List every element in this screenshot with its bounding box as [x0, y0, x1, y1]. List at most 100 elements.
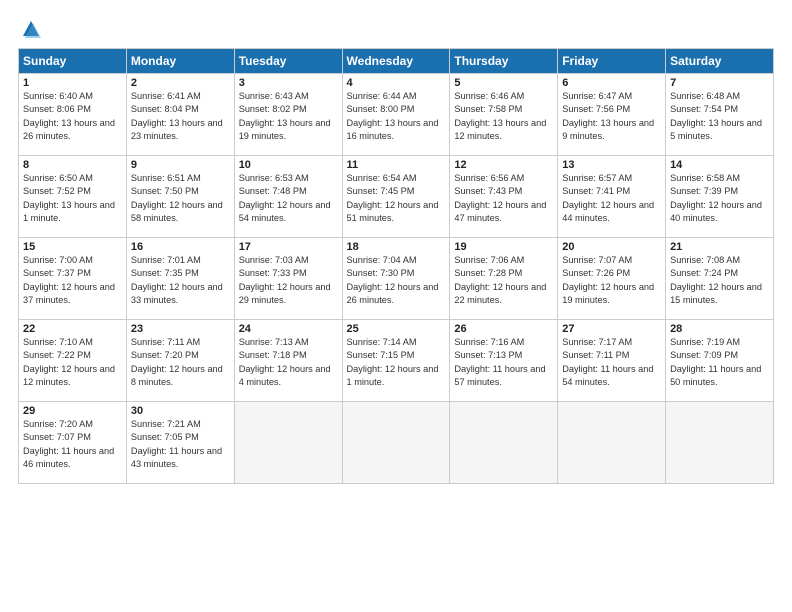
day-number: 22	[23, 323, 122, 335]
weekday-header: Saturday	[666, 49, 774, 74]
day-number: 11	[347, 159, 446, 171]
day-number: 14	[670, 159, 769, 171]
day-number: 15	[23, 241, 122, 253]
calendar-day-cell: 28 Sunrise: 7:19 AMSunset: 7:09 PMDaylig…	[666, 320, 774, 402]
calendar-day-cell: 30 Sunrise: 7:21 AMSunset: 7:05 PMDaylig…	[126, 402, 234, 484]
day-info: Sunrise: 6:48 AMSunset: 7:54 PMDaylight:…	[670, 90, 769, 143]
calendar-day-cell: 23 Sunrise: 7:11 AMSunset: 7:20 PMDaylig…	[126, 320, 234, 402]
day-number: 13	[562, 159, 661, 171]
day-info: Sunrise: 7:14 AMSunset: 7:15 PMDaylight:…	[347, 336, 446, 389]
calendar-day-cell: 25 Sunrise: 7:14 AMSunset: 7:15 PMDaylig…	[342, 320, 450, 402]
calendar-day-cell: 7 Sunrise: 6:48 AMSunset: 7:54 PMDayligh…	[666, 74, 774, 156]
day-number: 21	[670, 241, 769, 253]
weekday-header: Tuesday	[234, 49, 342, 74]
calendar-day-cell: 17 Sunrise: 7:03 AMSunset: 7:33 PMDaylig…	[234, 238, 342, 320]
calendar-day-cell: 20 Sunrise: 7:07 AMSunset: 7:26 PMDaylig…	[558, 238, 666, 320]
day-info: Sunrise: 7:13 AMSunset: 7:18 PMDaylight:…	[239, 336, 338, 389]
calendar-day-cell: 15 Sunrise: 7:00 AMSunset: 7:37 PMDaylig…	[19, 238, 127, 320]
calendar-day-cell: 12 Sunrise: 6:56 AMSunset: 7:43 PMDaylig…	[450, 156, 558, 238]
day-info: Sunrise: 7:20 AMSunset: 7:07 PMDaylight:…	[23, 418, 122, 471]
day-info: Sunrise: 7:01 AMSunset: 7:35 PMDaylight:…	[131, 254, 230, 307]
day-number: 16	[131, 241, 230, 253]
day-info: Sunrise: 7:16 AMSunset: 7:13 PMDaylight:…	[454, 336, 553, 389]
calendar-day-cell: 14 Sunrise: 6:58 AMSunset: 7:39 PMDaylig…	[666, 156, 774, 238]
calendar-day-cell: 3 Sunrise: 6:43 AMSunset: 8:02 PMDayligh…	[234, 74, 342, 156]
calendar-week-row: 1 Sunrise: 6:40 AMSunset: 8:06 PMDayligh…	[19, 74, 774, 156]
weekday-header: Wednesday	[342, 49, 450, 74]
calendar-day-cell: 27 Sunrise: 7:17 AMSunset: 7:11 PMDaylig…	[558, 320, 666, 402]
calendar-day-cell: 1 Sunrise: 6:40 AMSunset: 8:06 PMDayligh…	[19, 74, 127, 156]
day-info: Sunrise: 7:17 AMSunset: 7:11 PMDaylight:…	[562, 336, 661, 389]
day-number: 12	[454, 159, 553, 171]
weekday-header: Monday	[126, 49, 234, 74]
day-number: 29	[23, 405, 122, 417]
calendar-day-cell: 8 Sunrise: 6:50 AMSunset: 7:52 PMDayligh…	[19, 156, 127, 238]
day-number: 30	[131, 405, 230, 417]
calendar-week-row: 22 Sunrise: 7:10 AMSunset: 7:22 PMDaylig…	[19, 320, 774, 402]
calendar-day-cell: 4 Sunrise: 6:44 AMSunset: 8:00 PMDayligh…	[342, 74, 450, 156]
day-number: 20	[562, 241, 661, 253]
day-info: Sunrise: 6:46 AMSunset: 7:58 PMDaylight:…	[454, 90, 553, 143]
calendar-day-cell: 9 Sunrise: 6:51 AMSunset: 7:50 PMDayligh…	[126, 156, 234, 238]
day-number: 7	[670, 77, 769, 89]
calendar-day-cell	[342, 402, 450, 484]
day-info: Sunrise: 6:43 AMSunset: 8:02 PMDaylight:…	[239, 90, 338, 143]
day-info: Sunrise: 6:51 AMSunset: 7:50 PMDaylight:…	[131, 172, 230, 225]
calendar-day-cell	[558, 402, 666, 484]
day-number: 9	[131, 159, 230, 171]
day-number: 26	[454, 323, 553, 335]
weekday-header: Sunday	[19, 49, 127, 74]
day-info: Sunrise: 6:50 AMSunset: 7:52 PMDaylight:…	[23, 172, 122, 225]
page: SundayMondayTuesdayWednesdayThursdayFrid…	[0, 0, 792, 612]
day-info: Sunrise: 6:44 AMSunset: 8:00 PMDaylight:…	[347, 90, 446, 143]
day-number: 18	[347, 241, 446, 253]
calendar-day-cell: 13 Sunrise: 6:57 AMSunset: 7:41 PMDaylig…	[558, 156, 666, 238]
day-number: 1	[23, 77, 122, 89]
day-number: 28	[670, 323, 769, 335]
day-number: 25	[347, 323, 446, 335]
calendar-week-row: 8 Sunrise: 6:50 AMSunset: 7:52 PMDayligh…	[19, 156, 774, 238]
day-info: Sunrise: 7:08 AMSunset: 7:24 PMDaylight:…	[670, 254, 769, 307]
day-info: Sunrise: 7:03 AMSunset: 7:33 PMDaylight:…	[239, 254, 338, 307]
calendar-day-cell: 10 Sunrise: 6:53 AMSunset: 7:48 PMDaylig…	[234, 156, 342, 238]
day-info: Sunrise: 6:57 AMSunset: 7:41 PMDaylight:…	[562, 172, 661, 225]
day-number: 4	[347, 77, 446, 89]
day-info: Sunrise: 6:40 AMSunset: 8:06 PMDaylight:…	[23, 90, 122, 143]
calendar-day-cell: 21 Sunrise: 7:08 AMSunset: 7:24 PMDaylig…	[666, 238, 774, 320]
calendar-day-cell: 11 Sunrise: 6:54 AMSunset: 7:45 PMDaylig…	[342, 156, 450, 238]
calendar-day-cell: 29 Sunrise: 7:20 AMSunset: 7:07 PMDaylig…	[19, 402, 127, 484]
calendar-day-cell: 5 Sunrise: 6:46 AMSunset: 7:58 PMDayligh…	[450, 74, 558, 156]
logo	[18, 18, 42, 40]
calendar-day-cell	[450, 402, 558, 484]
day-info: Sunrise: 6:53 AMSunset: 7:48 PMDaylight:…	[239, 172, 338, 225]
calendar-day-cell: 6 Sunrise: 6:47 AMSunset: 7:56 PMDayligh…	[558, 74, 666, 156]
day-info: Sunrise: 6:47 AMSunset: 7:56 PMDaylight:…	[562, 90, 661, 143]
calendar-week-row: 15 Sunrise: 7:00 AMSunset: 7:37 PMDaylig…	[19, 238, 774, 320]
weekday-header: Friday	[558, 49, 666, 74]
day-number: 27	[562, 323, 661, 335]
day-info: Sunrise: 7:11 AMSunset: 7:20 PMDaylight:…	[131, 336, 230, 389]
day-number: 17	[239, 241, 338, 253]
weekday-header-row: SundayMondayTuesdayWednesdayThursdayFrid…	[19, 49, 774, 74]
weekday-header: Thursday	[450, 49, 558, 74]
day-info: Sunrise: 6:54 AMSunset: 7:45 PMDaylight:…	[347, 172, 446, 225]
day-number: 24	[239, 323, 338, 335]
day-number: 2	[131, 77, 230, 89]
calendar-day-cell: 19 Sunrise: 7:06 AMSunset: 7:28 PMDaylig…	[450, 238, 558, 320]
calendar-day-cell: 26 Sunrise: 7:16 AMSunset: 7:13 PMDaylig…	[450, 320, 558, 402]
calendar-day-cell: 2 Sunrise: 6:41 AMSunset: 8:04 PMDayligh…	[126, 74, 234, 156]
day-info: Sunrise: 6:41 AMSunset: 8:04 PMDaylight:…	[131, 90, 230, 143]
day-number: 10	[239, 159, 338, 171]
logo-icon	[20, 18, 42, 40]
day-number: 3	[239, 77, 338, 89]
day-number: 23	[131, 323, 230, 335]
day-number: 5	[454, 77, 553, 89]
day-info: Sunrise: 7:19 AMSunset: 7:09 PMDaylight:…	[670, 336, 769, 389]
calendar-day-cell	[234, 402, 342, 484]
day-info: Sunrise: 7:07 AMSunset: 7:26 PMDaylight:…	[562, 254, 661, 307]
day-info: Sunrise: 7:06 AMSunset: 7:28 PMDaylight:…	[454, 254, 553, 307]
day-info: Sunrise: 6:58 AMSunset: 7:39 PMDaylight:…	[670, 172, 769, 225]
day-info: Sunrise: 6:56 AMSunset: 7:43 PMDaylight:…	[454, 172, 553, 225]
header	[18, 18, 774, 40]
calendar-table: SundayMondayTuesdayWednesdayThursdayFrid…	[18, 48, 774, 484]
